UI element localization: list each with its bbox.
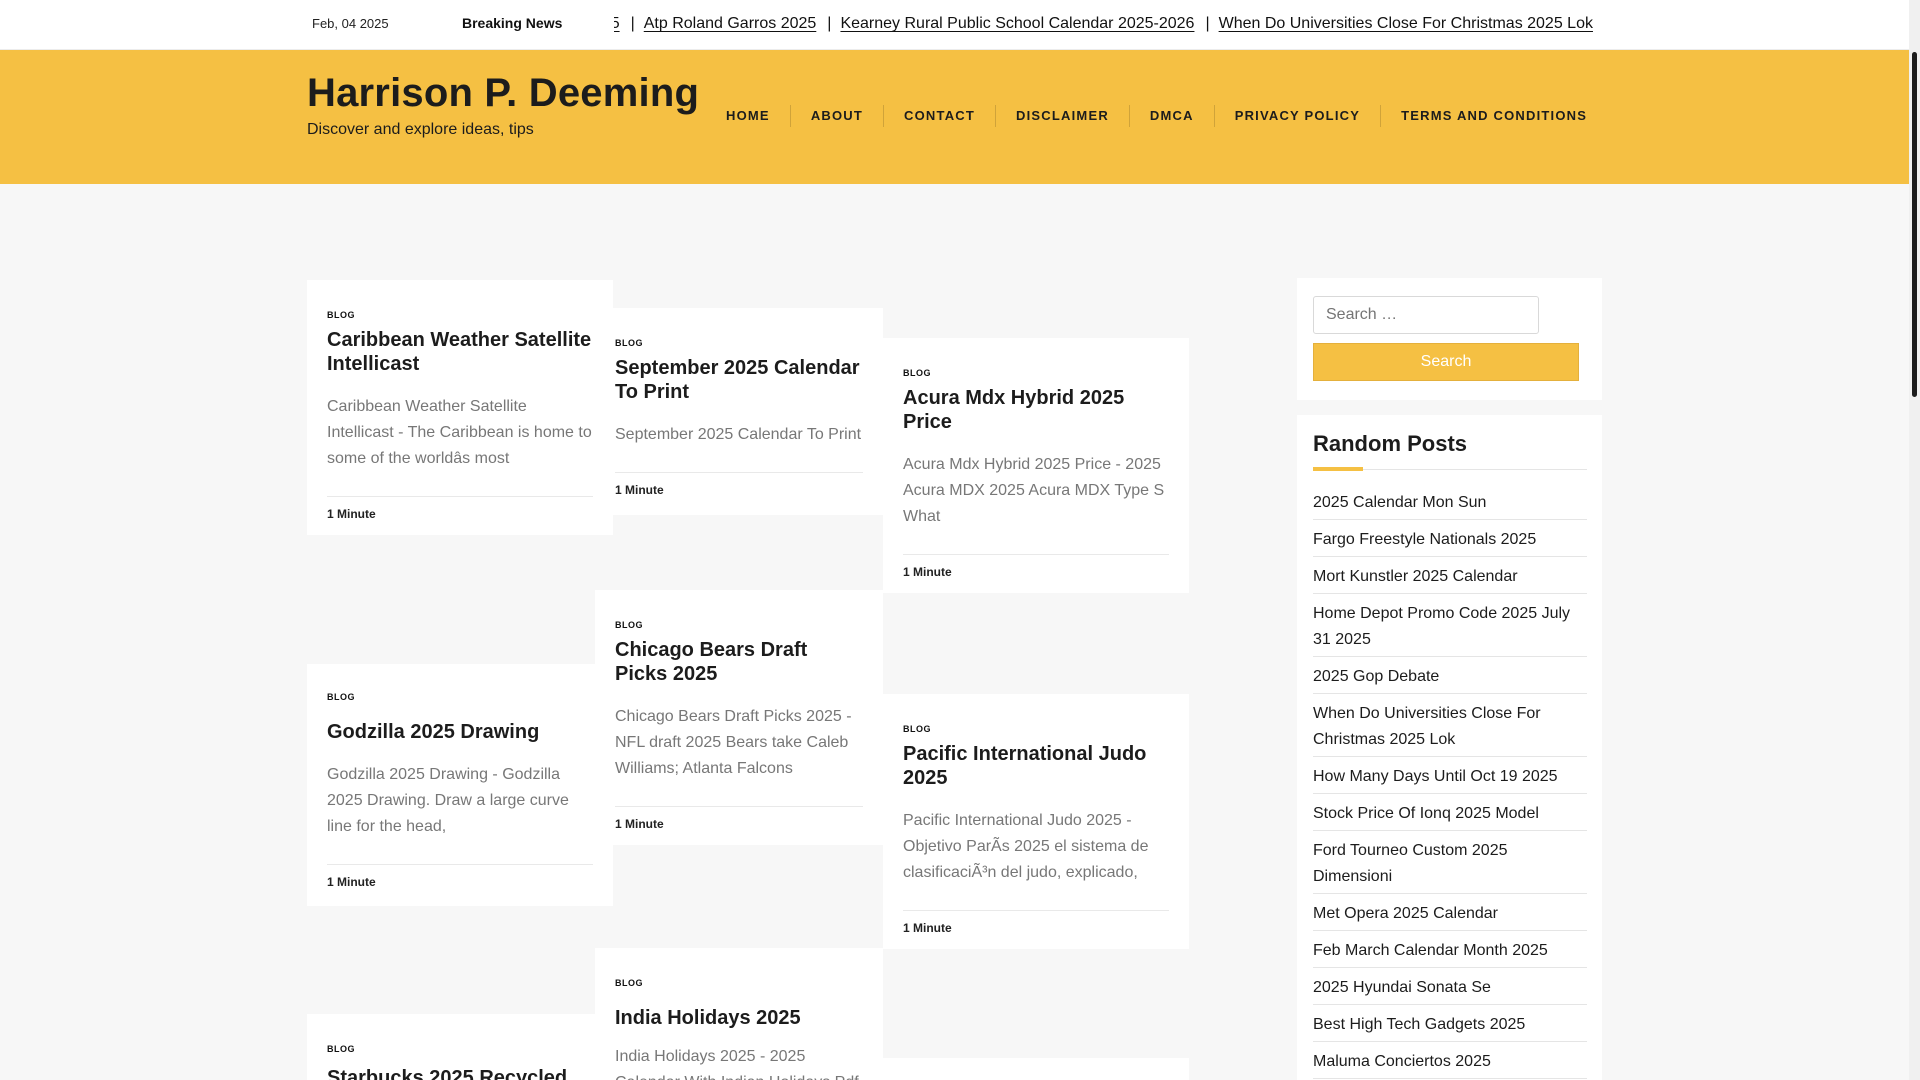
ticker-separator: | <box>827 15 832 32</box>
search-input[interactable] <box>1313 296 1539 334</box>
post-excerpt: September 2025 Calendar To Print <box>615 426 862 443</box>
search-widget: Search <box>1297 278 1602 400</box>
post-card: BLOG Pacific International Judo 2025 Pac… <box>883 694 1189 949</box>
site-header: Harrison P. Deeming Discover and explore… <box>0 50 1909 184</box>
random-post-link[interactable]: When Do Universities Close For Christmas… <box>1313 700 1587 757</box>
post-excerpt: Pacific International Judo 2025 - Objeti… <box>903 812 1149 881</box>
post-card: BLOG September 2025 Calendar To Print Se… <box>595 308 883 515</box>
nav-disclaimer[interactable]: DISCLAIMER <box>996 105 1130 127</box>
post-category[interactable]: BLOG <box>615 978 863 988</box>
post-card: BLOG Chicago Bears Draft Picks 2025 Chic… <box>595 590 883 845</box>
ticker-link[interactable]: 2025 <box>614 15 620 32</box>
post-category[interactable]: BLOG <box>903 724 1169 734</box>
widget-title-underline <box>1313 467 1587 471</box>
random-post-link[interactable]: 2025 Hyundai Sonata Se <box>1313 974 1587 1005</box>
post-excerpt: Acura Mdx Hybrid 2025 Price - 2025 Acura… <box>903 456 1165 525</box>
random-post-link[interactable]: 2025 Calendar Mon Sun <box>1313 489 1587 520</box>
site-title[interactable]: Harrison P. Deeming <box>307 71 699 116</box>
post-title[interactable]: India Holidays 2025 <box>615 1006 863 1030</box>
scrollbar-thumb[interactable] <box>1912 52 1917 397</box>
post-read-time: 1 Minute <box>615 472 863 497</box>
search-button[interactable]: Search <box>1313 343 1579 381</box>
nav-about[interactable]: ABOUT <box>791 105 885 127</box>
nav-dmca[interactable]: DMCA <box>1130 105 1215 127</box>
random-post-link[interactable]: Fargo Freestyle Nationals 2025 <box>1313 526 1587 557</box>
ticker-track: 2025 | Atp Roland Garros 2025 | Kearney Rura… <box>614 15 1593 33</box>
post-category[interactable]: BLOG <box>327 692 593 702</box>
post-card: BLOG India Holidays 2025 India Holidays … <box>595 948 883 1080</box>
random-post-link[interactable]: Home Depot Promo Code 2025 July 31 2025 <box>1313 600 1587 657</box>
random-post-link[interactable]: Mort Kunstler 2025 Calendar <box>1313 563 1587 594</box>
random-posts-widget: Random Posts 2025 Calendar Mon Sun Fargo… <box>1297 415 1602 1080</box>
random-post-link[interactable]: Met Opera 2025 Calendar <box>1313 900 1587 931</box>
post-excerpt: Godzilla 2025 Drawing - Godzilla 2025 Dr… <box>327 766 569 835</box>
ticker-link[interactable]: When Do Universities Close For Christmas… <box>1219 15 1593 32</box>
site-tagline: Discover and explore ideas, tips <box>307 121 534 138</box>
nav-home[interactable]: HOME <box>706 105 791 127</box>
top-bar: Feb, 04 2025 Breaking News 2025 | Atp Rola… <box>0 0 1909 50</box>
post-category[interactable]: BLOG <box>903 368 1169 378</box>
post-excerpt: India Holidays 2025 - 2025 Calendar With… <box>615 1048 859 1080</box>
post-read-time: 1 Minute <box>903 554 1169 579</box>
random-post-link[interactable]: How Many Days Until Oct 19 2025 <box>1313 763 1587 794</box>
post-excerpt: Caribbean Weather Satellite Intellicast … <box>327 398 592 467</box>
post-read-time: 1 Minute <box>327 864 593 889</box>
post-card: BLOG Starbucks 2025 Recycled <box>307 1014 613 1080</box>
main-navigation: HOME ABOUT CONTACT DISCLAIMER DMCA PRIVA… <box>706 105 1607 127</box>
post-title[interactable]: Caribbean Weather Satellite Intellicast <box>327 328 593 376</box>
ticker-separator: | <box>630 15 635 32</box>
post-read-time: 1 Minute <box>903 910 1169 935</box>
post-title[interactable]: September 2025 Calendar To Print <box>615 356 863 404</box>
post-read-time: 1 Minute <box>615 806 863 831</box>
ticker-separator: | <box>1205 15 1210 32</box>
post-title[interactable]: Chicago Bears Draft Picks 2025 <box>615 638 863 686</box>
random-post-link[interactable]: Ford Tourneo Custom 2025 Dimensioni <box>1313 837 1587 894</box>
post-read-time: 1 Minute <box>327 496 593 521</box>
current-date: Feb, 04 2025 <box>312 16 389 31</box>
post-title[interactable]: Acura Mdx Hybrid 2025 Price <box>903 386 1169 434</box>
random-posts-list: 2025 Calendar Mon Sun Fargo Freestyle Na… <box>1313 489 1587 1080</box>
nav-privacy-policy[interactable]: PRIVACY POLICY <box>1215 105 1382 127</box>
ticker-link[interactable]: Atp Roland Garros 2025 <box>644 15 817 32</box>
random-post-link[interactable]: Best High Tech Gadgets 2025 <box>1313 1011 1587 1042</box>
post-category[interactable]: BLOG <box>615 620 863 630</box>
post-card <box>883 1058 1189 1080</box>
post-card: BLOG Caribbean Weather Satellite Intelli… <box>307 280 613 535</box>
random-post-link[interactable]: Maluma Conciertos 2025 <box>1313 1048 1587 1079</box>
post-card: BLOG Godzilla 2025 Drawing Godzilla 2025… <box>307 664 613 906</box>
random-post-link[interactable]: Feb March Calendar Month 2025 <box>1313 937 1587 968</box>
page-scrollbar[interactable] <box>1909 0 1920 1080</box>
random-post-link[interactable]: 2025 Gop Debate <box>1313 663 1587 694</box>
post-category[interactable]: BLOG <box>327 310 593 320</box>
post-title[interactable]: Starbucks 2025 Recycled <box>327 1066 593 1080</box>
post-category[interactable]: BLOG <box>327 1044 593 1054</box>
random-post-link[interactable]: Stock Price Of Ionq 2025 Model <box>1313 800 1587 831</box>
post-excerpt: Chicago Bears Draft Picks 2025 - NFL dra… <box>615 708 852 777</box>
random-posts-title: Random Posts <box>1313 431 1468 456</box>
post-title[interactable]: Godzilla 2025 Drawing <box>327 720 593 744</box>
breaking-news-label: Breaking News <box>462 15 563 31</box>
nav-terms-and-conditions[interactable]: TERMS AND CONDITIONS <box>1381 105 1607 127</box>
post-title[interactable]: Pacific International Judo 2025 <box>903 742 1169 790</box>
post-card: BLOG Acura Mdx Hybrid 2025 Price Acura M… <box>883 338 1189 593</box>
ticker-link[interactable]: Kearney Rural Public School Calendar 202… <box>840 15 1194 32</box>
post-category[interactable]: BLOG <box>615 338 863 348</box>
nav-contact[interactable]: CONTACT <box>884 105 997 127</box>
breaking-news-ticker: 2025 | Atp Roland Garros 2025 | Kearney Rura… <box>614 0 1604 50</box>
